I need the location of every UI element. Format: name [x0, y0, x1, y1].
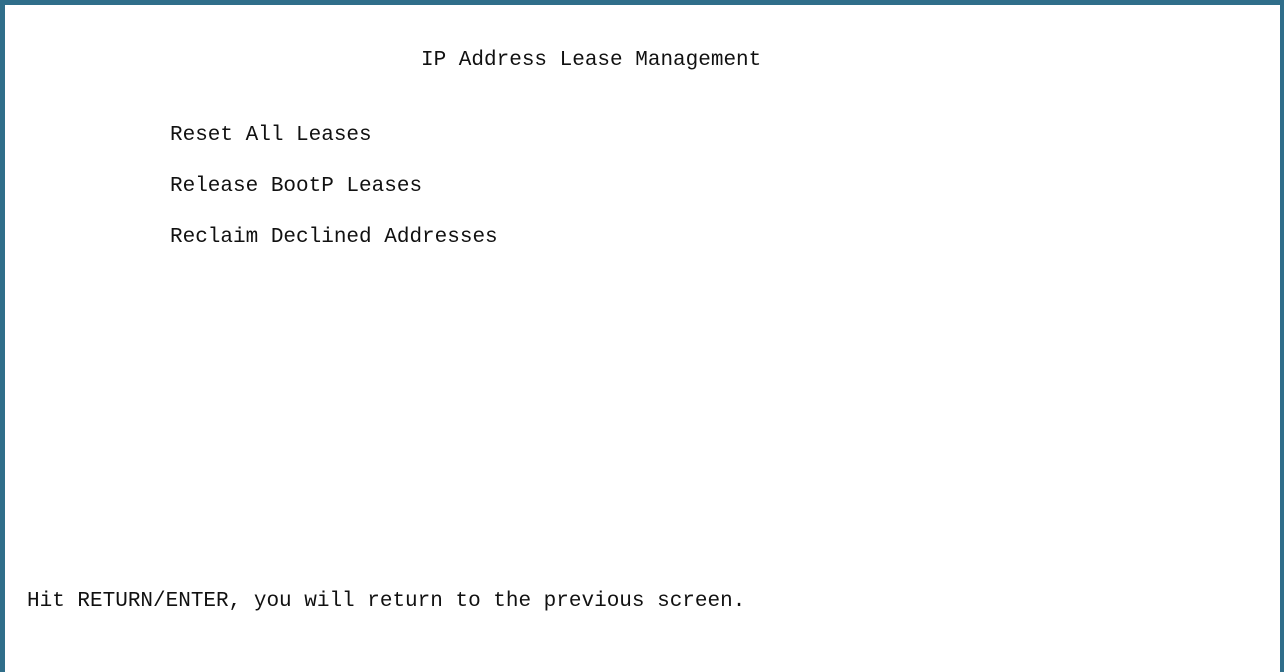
menu-item-reclaim-declined-addresses[interactable]: Reclaim Declined Addresses	[170, 224, 498, 275]
footer-hint: Hit RETURN/ENTER, you will return to the…	[27, 590, 746, 613]
menu-item-reset-all-leases[interactable]: Reset All Leases	[170, 122, 498, 173]
lease-menu: Reset All Leases Release BootP Leases Re…	[170, 122, 498, 275]
terminal-screen: IP Address Lease Management Reset All Le…	[0, 0, 1284, 672]
menu-item-release-bootp-leases[interactable]: Release BootP Leases	[170, 173, 498, 224]
screen-title: IP Address Lease Management	[421, 49, 762, 72]
